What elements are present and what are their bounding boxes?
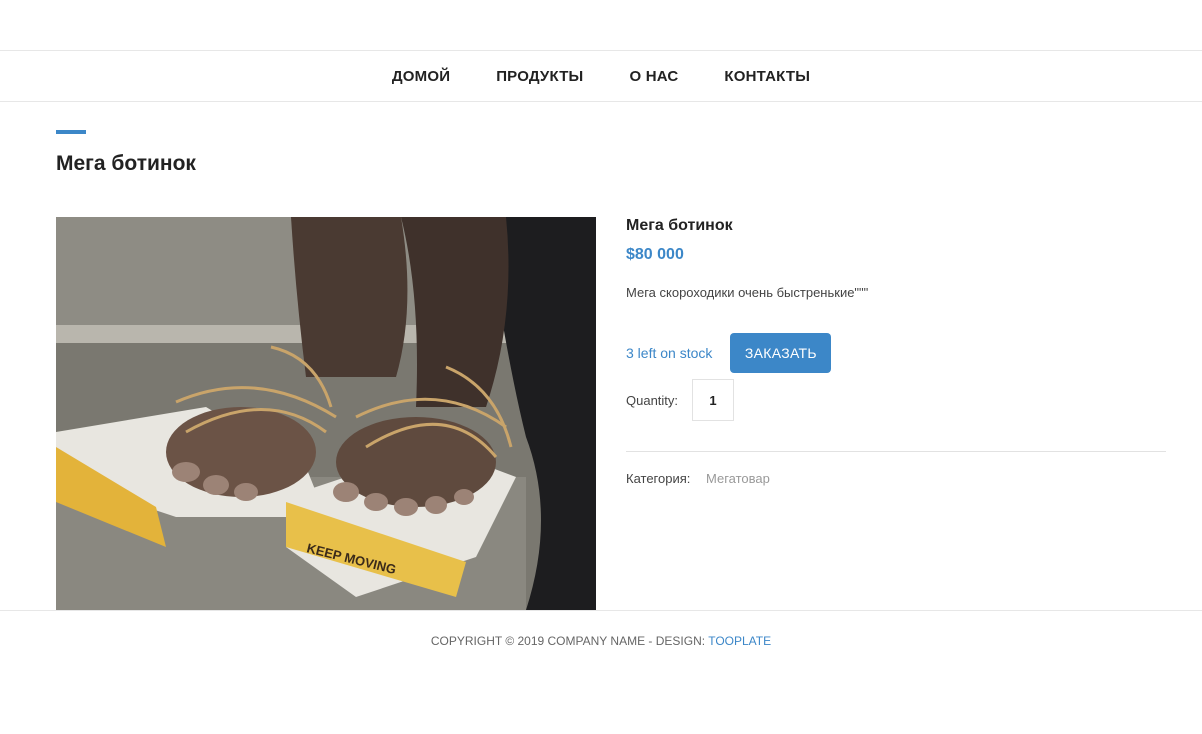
photo-left-foot: [166, 407, 316, 497]
product-photo: KEEP MOVING: [56, 217, 596, 610]
page-title: Мега ботинок: [56, 152, 196, 175]
quantity-input[interactable]: [692, 379, 735, 421]
title-accent-bar: [56, 130, 86, 134]
quantity-label: Quantity:: [626, 392, 679, 408]
category-link[interactable]: Мегатовар: [706, 471, 770, 486]
nav-item-home[interactable]: ДОМОЙ: [369, 68, 473, 85]
details-divider: [626, 451, 1166, 452]
category-label: Категория:: [626, 471, 691, 486]
nav-item-contacts[interactable]: КОНТАКТЫ: [701, 68, 833, 85]
photo-right-leg: [401, 217, 509, 407]
product-name: Мега ботинок: [626, 217, 733, 234]
section-header: Мега ботинок: [56, 130, 196, 176]
category-row: Категория: Мегатовар: [626, 471, 1166, 486]
footer: COPYRIGHT © 2019 COMPANY NAME - DESIGN: …: [0, 610, 1202, 648]
product-image: KEEP MOVING: [56, 217, 596, 610]
nav-item-products[interactable]: ПРОДУКТЫ: [473, 68, 606, 85]
page: ДОМОЙ ПРОДУКТЫ О НАС КОНТАКТЫ Мега ботин…: [0, 0, 1202, 734]
top-spacer: [0, 0, 1202, 50]
product-details: Мега ботинок $80 000 Мега скороходики оч…: [626, 217, 1166, 486]
order-button[interactable]: ЗАКАЗАТЬ: [730, 333, 832, 373]
nav-item-about[interactable]: О НАС: [606, 68, 701, 85]
footer-copyright: COPYRIGHT © 2019 COMPANY NAME - DESIGN:: [430, 634, 709, 648]
footer-design-link[interactable]: TOOPLATE: [708, 634, 771, 648]
quantity-row: Quantity:: [626, 379, 1166, 421]
stock-status: 3 left on stock: [626, 345, 713, 361]
stock-row: 3 left on stock ЗАКАЗАТЬ: [626, 333, 1166, 373]
product-price: $80 000: [626, 246, 684, 263]
product-description: Мега скороходики очень быстренькие""": [626, 285, 869, 300]
main-nav: ДОМОЙ ПРОДУКТЫ О НАС КОНТАКТЫ: [0, 50, 1202, 102]
photo-left-leg: [291, 217, 408, 377]
